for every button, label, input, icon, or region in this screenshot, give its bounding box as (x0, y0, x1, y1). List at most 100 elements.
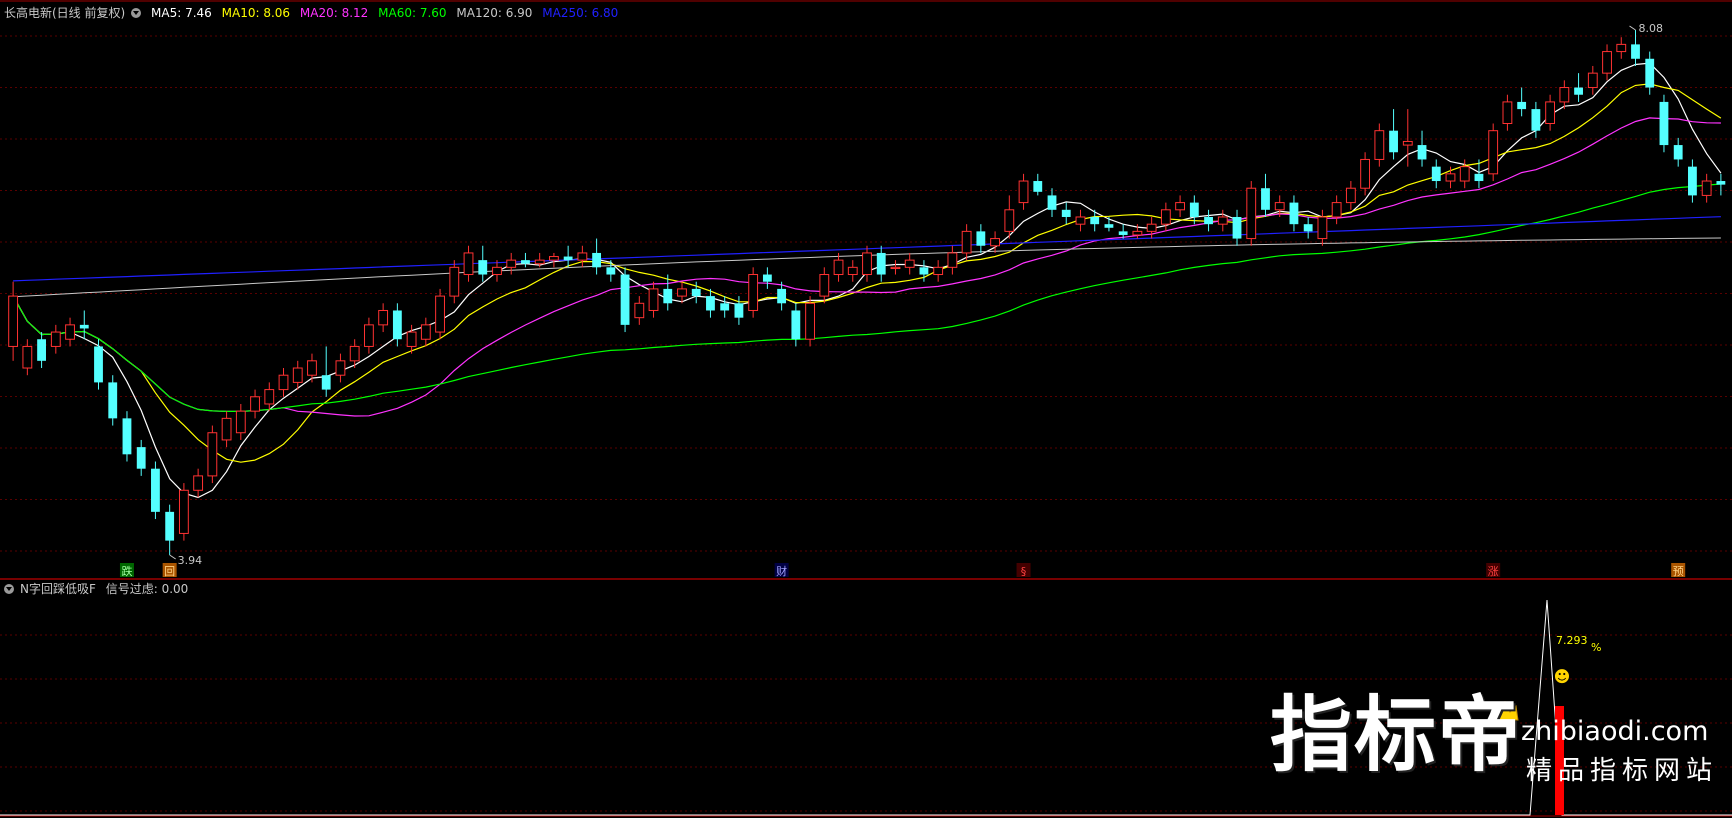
candle-body-up (193, 475, 204, 491)
main-chart-header: 长高电新(日线 前复权) MA5: 7.46 MA10: 8.06 MA20: … (4, 5, 624, 21)
candle-body-up (1075, 216, 1086, 225)
candle-body-down (94, 346, 103, 383)
candle-body-up (492, 266, 502, 276)
candle-body-down (1574, 87, 1583, 95)
low-price-label: 3.94 (178, 554, 203, 567)
watermark-domain: zhibiaodi.com (1521, 716, 1709, 747)
candle-body-up (1616, 43, 1627, 53)
candle-body-up (548, 256, 559, 261)
candle-body-up (577, 252, 588, 261)
candle-body-down (79, 324, 89, 329)
candle-body-down (478, 260, 488, 275)
watermark-subtitle: 精品指标网站 (1526, 756, 1719, 786)
candle-body-up (961, 230, 972, 254)
ma10-label: MA10: 8.06 (221, 6, 291, 20)
candle-body-up (406, 331, 417, 347)
marker-red: § (1021, 565, 1027, 578)
candle-body-down (392, 310, 402, 340)
candle-body-down (1261, 188, 1270, 210)
candle-body-up (1459, 166, 1470, 182)
candle-body-up (1175, 202, 1186, 211)
candle-body-down (37, 339, 46, 361)
marker-red: 涨 (1488, 565, 1499, 578)
candle-body-down (706, 296, 715, 311)
watermark-title: 指标帝 (1270, 688, 1523, 783)
peak-unit-label: % (1591, 641, 1601, 654)
candle-body-up (805, 302, 815, 340)
candle-body-down (165, 511, 175, 541)
indicator-name: N字回踩低吸F (20, 582, 96, 596)
candle-body-up (1004, 209, 1015, 232)
candle-body-up (50, 331, 61, 347)
candle-body-down (1659, 101, 1669, 146)
candle-body-up (1587, 72, 1598, 89)
candle-body-up (1018, 180, 1029, 204)
candle-body-up (1488, 130, 1499, 175)
candle-body-up (307, 360, 317, 376)
candle-body-up (1132, 230, 1143, 236)
signal-filter-label: 信号过虑: 0.00 (105, 582, 189, 596)
candle-body-up (1559, 87, 1570, 103)
marker-orange: 回 (164, 565, 175, 578)
candle-body-up (250, 396, 260, 412)
candle-body-down (1303, 224, 1313, 232)
candle-body-up (1146, 223, 1157, 232)
collapse-icon[interactable] (4, 584, 14, 594)
candle-body-up (349, 345, 360, 362)
candle-body-up (904, 259, 915, 268)
candle-body-up (534, 259, 545, 265)
candle-body-down (777, 288, 787, 304)
smile-icon: ☻ (1554, 667, 1571, 686)
ma20-label: MA20: 8.12 (299, 6, 369, 20)
collapse-icon[interactable] (131, 8, 142, 18)
candle-body-up (1701, 180, 1712, 196)
candle-body-up (1217, 216, 1228, 225)
stock-title: 长高电新(日线 前复权) (4, 6, 126, 20)
marker-green: 跌 (121, 564, 132, 578)
candle-body-up (862, 252, 872, 276)
candle-body-down (1645, 58, 1655, 88)
candle-body-up (1160, 209, 1171, 225)
candle-body-up (634, 302, 645, 319)
candle-body-up (235, 410, 246, 434)
candle-body-up (449, 266, 460, 297)
candle-body-up (378, 309, 389, 326)
candle-body-down (691, 288, 701, 297)
candle-body-up (1345, 187, 1356, 204)
candle-body-up (65, 324, 75, 340)
candle-body-down (1061, 209, 1071, 217)
candle-body-up (933, 266, 944, 276)
candle-body-up (947, 252, 958, 268)
candle-body-down (563, 256, 573, 261)
candle-body-up (1502, 101, 1513, 124)
candle-body-up (819, 274, 830, 297)
candle-body-down (108, 382, 118, 419)
candle-body-down (606, 267, 616, 275)
candle-body-up (1545, 101, 1556, 124)
candle-body-up (833, 259, 844, 276)
candle-body-up (677, 288, 687, 297)
ma60-label: MA60: 7.60 (378, 6, 447, 20)
sub-chart-header: N字回踩低吸F 信号过虑: 0.00 (4, 581, 194, 597)
candle-body-up (1246, 187, 1257, 240)
candle-body-up (1360, 158, 1371, 189)
candle-body-down (1474, 173, 1484, 182)
candle-body-down (321, 375, 331, 390)
candle-body-up (990, 238, 1000, 247)
candle-body-down (1232, 216, 1242, 239)
candle-body-down (1047, 195, 1057, 210)
candle-body-up (221, 417, 232, 441)
candle-body-up (463, 252, 474, 276)
low-pointer (169, 554, 176, 560)
candle-body-down (734, 303, 744, 318)
candle-body-down (1716, 181, 1726, 185)
candle-body-up (22, 345, 33, 369)
candle-body-down (1289, 202, 1299, 225)
candle-body-down (1118, 231, 1128, 235)
candle-body-down (620, 274, 630, 325)
candle-body-down (151, 468, 160, 512)
candle-body-up (1274, 202, 1285, 211)
ma250-label: MA250: 6.80 (542, 6, 619, 20)
candle-body-down (122, 418, 132, 455)
candle-body-down (762, 274, 772, 282)
